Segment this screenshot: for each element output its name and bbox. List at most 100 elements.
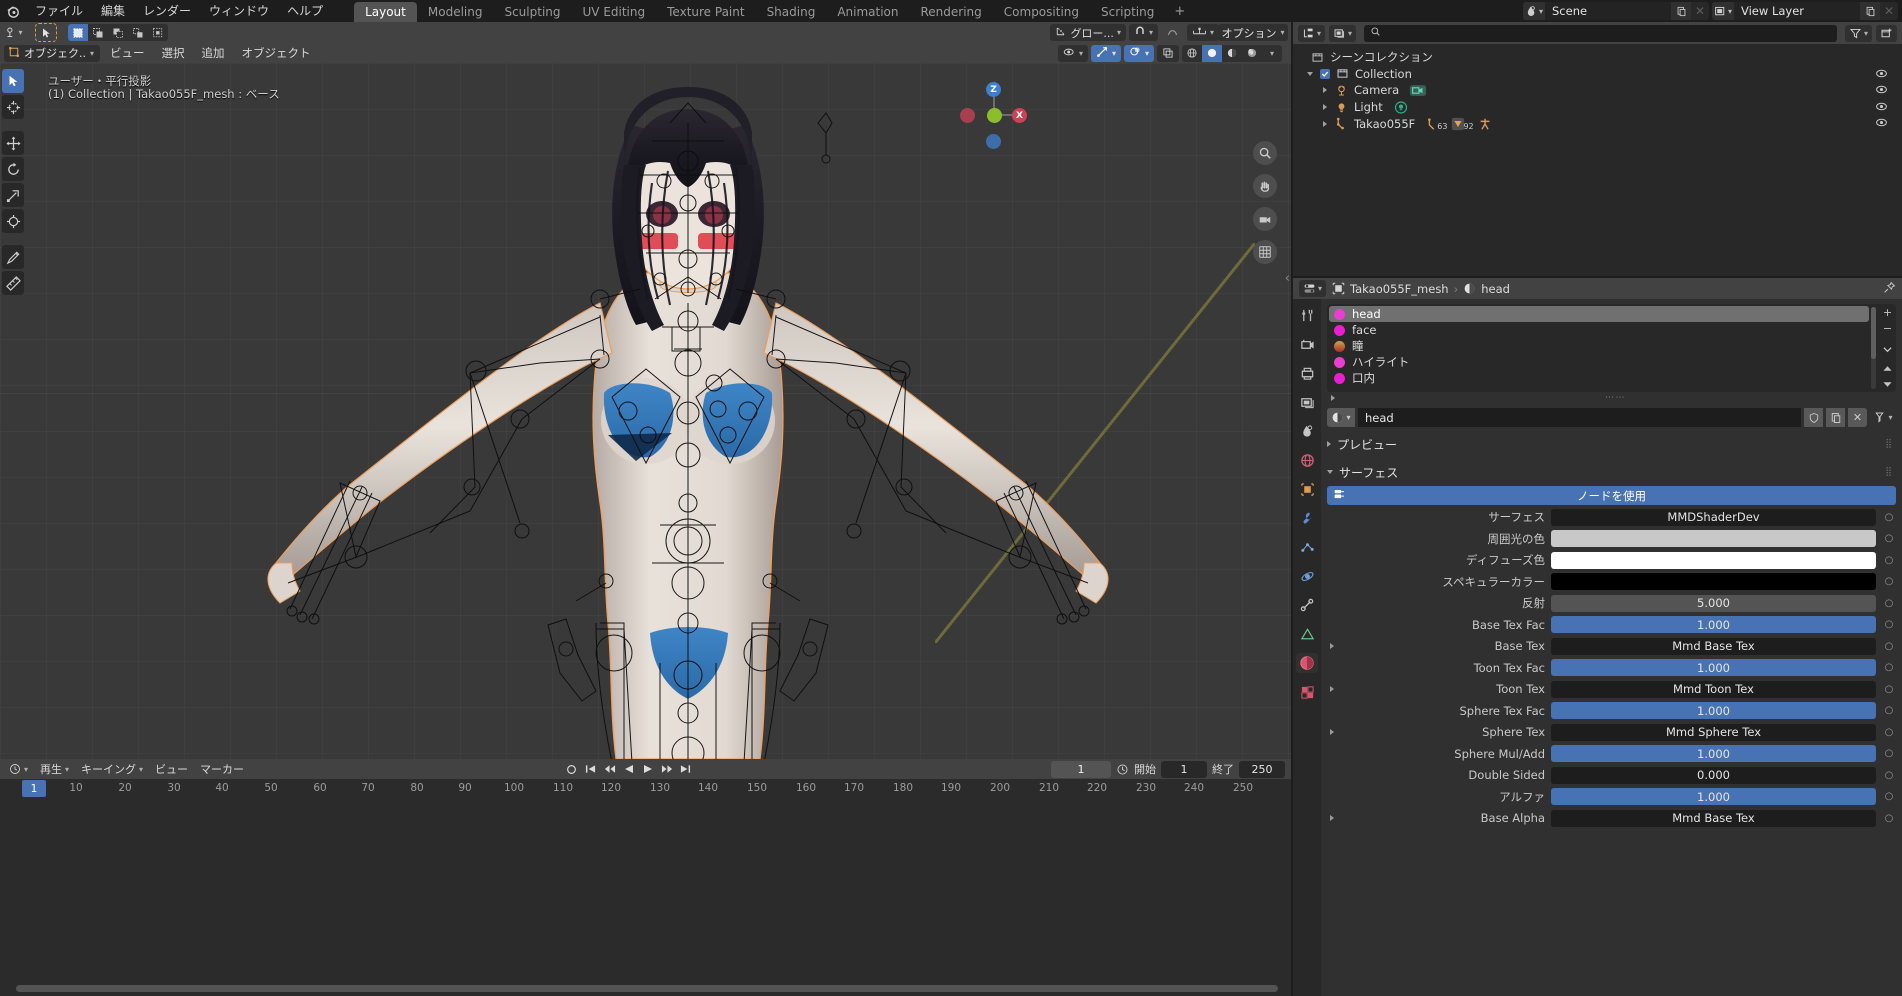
animate-property-dot[interactable]: ○ [1882, 512, 1896, 523]
scene-name[interactable]: Scene [1545, 2, 1671, 20]
menu-render[interactable]: レンダー [134, 0, 200, 22]
auto-keying-record-icon[interactable] [565, 761, 578, 777]
pin-icon[interactable] [1883, 281, 1896, 297]
animate-property-dot[interactable]: ○ [1882, 748, 1896, 759]
view-layer-icon[interactable]: ▾ [1712, 2, 1734, 20]
shading-options-dropdown[interactable]: ▾ [1262, 45, 1282, 62]
unlink-scene-icon[interactable]: ✕ [1691, 2, 1709, 20]
move-slot-down-icon[interactable] [1880, 378, 1895, 392]
play-icon[interactable] [641, 761, 654, 777]
disclosure-triangle-icon[interactable] [1327, 441, 1331, 447]
timeline-menu-view[interactable]: ビュー [150, 761, 193, 777]
render-tab[interactable] [1296, 334, 1318, 354]
animate-property-dot[interactable]: ○ [1882, 727, 1896, 738]
modifier-tab[interactable] [1296, 508, 1318, 528]
use-nodes-button[interactable]: ノードを使用 [1327, 486, 1896, 505]
solid-shading-icon[interactable] [1202, 45, 1222, 62]
proportional-edit-icon[interactable] [1161, 24, 1184, 41]
menu-window[interactable]: ウィンドウ [200, 0, 278, 22]
prop-value-toon-tex[interactable]: Mmd Toon Tex [1551, 681, 1876, 698]
material-slot-kounai[interactable]: 口内 [1329, 370, 1869, 386]
tab-modeling[interactable]: Modeling [417, 2, 494, 22]
outliner-search-input[interactable] [1364, 25, 1837, 42]
prop-value-double-sided[interactable]: 0.000 [1551, 767, 1876, 784]
rotate-tool[interactable] [2, 157, 24, 181]
current-frame-field[interactable]: 1 [1051, 761, 1111, 778]
viewport-menu-object[interactable]: オブジェクト [235, 43, 318, 63]
3d-viewport[interactable]: ユーザー・平行投影 (1) Collection | Takao055F_mes… [0, 63, 1291, 759]
expand-triangle-icon[interactable] [1330, 686, 1334, 692]
animate-property-dot[interactable]: ○ [1882, 555, 1896, 566]
properties-editor[interactable]: ▾ Takao055F_mesh › head [1293, 278, 1902, 996]
intersect-select-icon[interactable] [148, 24, 168, 41]
clock-icon[interactable] [1116, 763, 1129, 776]
animate-property-dot[interactable]: ○ [1882, 598, 1896, 609]
prop-value-base-alpha[interactable]: Mmd Base Tex [1551, 810, 1876, 827]
add-workspace-button[interactable]: + [1165, 2, 1194, 22]
output-tab[interactable] [1296, 363, 1318, 383]
xray-toggle-icon[interactable] [1157, 45, 1179, 62]
modifier-icon[interactable]: 92 [1451, 117, 1473, 131]
tool-tab[interactable] [1296, 305, 1318, 325]
wireframe-shading-icon[interactable] [1182, 45, 1202, 62]
disclosure-triangle-icon[interactable] [1323, 121, 1327, 127]
editor-type-3dview-icon[interactable]: ▾ [4, 24, 24, 41]
tab-shading[interactable]: Shading [756, 2, 827, 22]
start-frame-field[interactable]: 1 [1161, 761, 1207, 778]
viewport-gizmos-toggle[interactable]: ▾ [1091, 45, 1121, 62]
animate-property-dot[interactable]: ○ [1882, 641, 1896, 652]
measure-tool[interactable] [2, 271, 24, 295]
invert-select-icon[interactable] [128, 24, 148, 41]
collection-checkbox[interactable] [1320, 69, 1330, 79]
end-frame-field[interactable]: 250 [1239, 761, 1285, 778]
expand-triangle-icon[interactable] [1330, 815, 1334, 821]
new-collection-icon[interactable] [1876, 25, 1897, 42]
jump-to-start-icon[interactable] [584, 761, 597, 777]
armature-data-icon[interactable]: 63 [1425, 117, 1447, 131]
prop-value-diffuse-color-swatch[interactable] [1551, 552, 1876, 569]
transform-orientation-selector[interactable]: グロー... ▾ [1050, 24, 1126, 41]
prop-value-specular-color-swatch[interactable] [1551, 573, 1876, 590]
tab-animation[interactable]: Animation [826, 2, 909, 22]
slot-menu-icon[interactable] [1880, 342, 1895, 356]
timeline-editor-icon[interactable]: ▾ [4, 761, 33, 777]
material-browse-icon[interactable]: ▾ [1327, 408, 1355, 427]
outliner-row-collection[interactable]: Collection [1293, 66, 1902, 83]
menu-help[interactable]: ヘルプ [278, 0, 332, 22]
timeline-menu-playback[interactable]: 再生 ▾ [35, 761, 74, 777]
new-scene-icon[interactable] [1671, 2, 1691, 20]
animate-property-dot[interactable]: ○ [1882, 813, 1896, 824]
pose-icon[interactable] [1478, 117, 1492, 131]
data-tab[interactable] [1296, 624, 1318, 644]
animate-property-dot[interactable]: ○ [1882, 791, 1896, 802]
animate-property-dot[interactable]: ○ [1882, 576, 1896, 587]
tab-scripting[interactable]: Scripting [1090, 2, 1165, 22]
transform-tool[interactable] [2, 209, 24, 233]
outliner-row-light[interactable]: Light [1293, 99, 1902, 116]
visibility-eye-icon[interactable] [1875, 84, 1888, 98]
timeline-horizontal-scrollbar[interactable] [16, 985, 1278, 992]
prop-value-sphere-tex-fac[interactable]: 1.000 [1551, 702, 1876, 719]
expand-slot-triangle-icon[interactable] [1331, 395, 1335, 401]
set-select-icon[interactable] [68, 24, 88, 41]
breadcrumb-material-label[interactable]: head [1481, 282, 1510, 296]
visibility-eye-icon[interactable] [1875, 101, 1888, 115]
new-view-layer-icon[interactable] [1860, 2, 1880, 20]
play-reverse-icon[interactable] [622, 761, 635, 777]
animate-property-dot[interactable]: ○ [1882, 705, 1896, 716]
tab-compositing[interactable]: Compositing [993, 2, 1090, 22]
outliner-row-camera[interactable]: Camera [1293, 82, 1902, 99]
unlink-material-icon[interactable]: ✕ [1848, 408, 1867, 427]
extend-select-icon[interactable] [88, 24, 108, 41]
visibility-eye-icon[interactable] [1875, 117, 1888, 131]
new-material-copy-icon[interactable] [1826, 408, 1845, 427]
object-tab[interactable] [1296, 479, 1318, 499]
blender-logo-icon[interactable] [0, 0, 26, 22]
animate-property-dot[interactable]: ○ [1882, 619, 1896, 630]
disclosure-triangle-icon[interactable] [1327, 470, 1333, 474]
outliner-id-type-icon[interactable]: ▾ [1329, 25, 1356, 42]
material-preview-icon[interactable] [1222, 45, 1242, 62]
timeline-menu-marker[interactable]: マーカー [195, 761, 249, 777]
properties-editor-icon[interactable]: ▾ [1299, 280, 1326, 297]
animate-property-dot[interactable]: ○ [1882, 684, 1896, 695]
